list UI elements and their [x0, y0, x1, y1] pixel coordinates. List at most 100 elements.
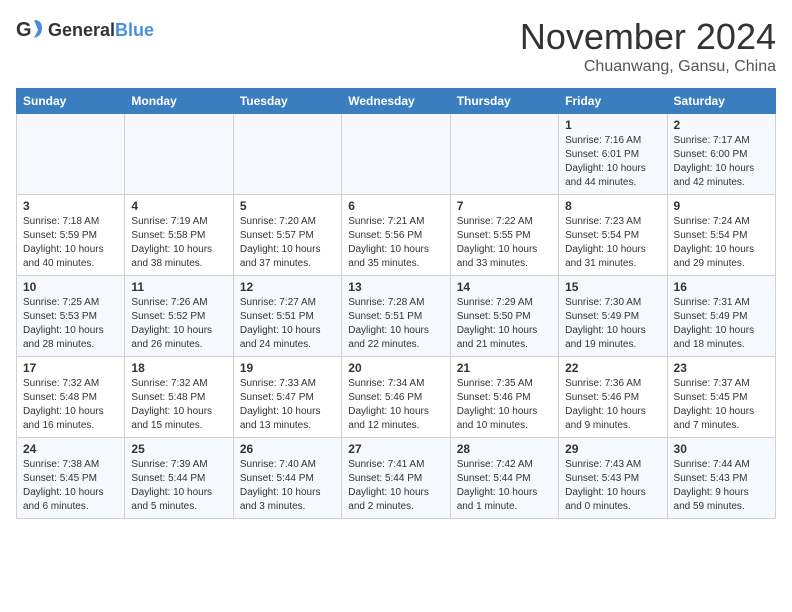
- day-number: 12: [240, 280, 335, 294]
- day-detail: Sunrise: 7:42 AM Sunset: 5:44 PM Dayligh…: [457, 458, 552, 514]
- day-number: 27: [348, 442, 443, 456]
- day-cell: 3Sunrise: 7:18 AM Sunset: 5:59 PM Daylig…: [17, 195, 125, 276]
- day-detail: Sunrise: 7:25 AM Sunset: 5:53 PM Dayligh…: [23, 296, 118, 352]
- day-detail: Sunrise: 7:33 AM Sunset: 5:47 PM Dayligh…: [240, 377, 335, 433]
- logo: G GeneralBlue: [16, 16, 154, 44]
- week-row-3: 17 Sunrise: 7:32 AM Sunset: 5:48 PM Dayli…: [17, 357, 776, 438]
- day-cell: 23Sunrise: 7:37 AM Sunset: 5:45 PM Dayli…: [667, 357, 775, 438]
- day-number: 7: [457, 199, 552, 213]
- day-detail: Sunrise: 7:31 AM Sunset: 5:49 PM Dayligh…: [674, 296, 769, 352]
- day-cell: 30Sunrise: 7:44 AM Sunset: 5:43 PM Dayli…: [667, 438, 775, 519]
- day-cell: [233, 114, 341, 195]
- day-number: 14: [457, 280, 552, 294]
- day-detail: Sunrise: 7:39 AM Sunset: 5:44 PM Dayligh…: [131, 458, 226, 514]
- svg-text:G: G: [16, 19, 32, 41]
- day-cell: 15 Sunrise: 7:30 AM Sunset: 5:49 PM Dayli…: [559, 276, 667, 357]
- day-number: 29: [565, 442, 660, 456]
- day-number: 2: [674, 118, 769, 132]
- day-cell: 16Sunrise: 7:31 AM Sunset: 5:49 PM Dayli…: [667, 276, 775, 357]
- day-number: 22: [565, 361, 660, 375]
- day-number: 24: [23, 442, 118, 456]
- day-cell: 17 Sunrise: 7:32 AM Sunset: 5:48 PM Dayli…: [17, 357, 125, 438]
- day-detail: Sunrise: 7:44 AM Sunset: 5:43 PM Dayligh…: [674, 458, 769, 514]
- weekday-header-row: SundayMondayTuesdayWednesdayThursdayFrid…: [17, 89, 776, 114]
- day-detail: Sunrise: 7:36 AM Sunset: 5:46 PM Dayligh…: [565, 377, 660, 433]
- day-number: 26: [240, 442, 335, 456]
- day-detail: Sunrise: 7:20 AM Sunset: 5:57 PM Dayligh…: [240, 215, 335, 271]
- weekday-header-thursday: Thursday: [450, 89, 558, 114]
- day-cell: 24Sunrise: 7:38 AM Sunset: 5:45 PM Dayli…: [17, 438, 125, 519]
- day-detail: Sunrise: 7:27 AM Sunset: 5:51 PM Dayligh…: [240, 296, 335, 352]
- weekday-header-sunday: Sunday: [17, 89, 125, 114]
- day-cell: 26 Sunrise: 7:40 AM Sunset: 5:44 PM Dayli…: [233, 438, 341, 519]
- location-title: Chuanwang, Gansu, China: [520, 58, 776, 76]
- day-cell: 8 Sunrise: 7:23 AM Sunset: 5:54 PM Daylig…: [559, 195, 667, 276]
- day-detail: Sunrise: 7:43 AM Sunset: 5:43 PM Dayligh…: [565, 458, 660, 514]
- day-number: 4: [131, 199, 226, 213]
- day-number: 18: [131, 361, 226, 375]
- day-detail: Sunrise: 7:32 AM Sunset: 5:48 PM Dayligh…: [23, 377, 118, 433]
- day-number: 13: [348, 280, 443, 294]
- weekday-header-monday: Monday: [125, 89, 233, 114]
- day-number: 5: [240, 199, 335, 213]
- day-number: 21: [457, 361, 552, 375]
- day-detail: Sunrise: 7:37 AM Sunset: 5:45 PM Dayligh…: [674, 377, 769, 433]
- day-cell: [342, 114, 450, 195]
- weekday-header-tuesday: Tuesday: [233, 89, 341, 114]
- day-detail: Sunrise: 7:28 AM Sunset: 5:51 PM Dayligh…: [348, 296, 443, 352]
- day-detail: Sunrise: 7:41 AM Sunset: 5:44 PM Dayligh…: [348, 458, 443, 514]
- week-row-0: 1Sunrise: 7:16 AM Sunset: 6:01 PM Daylig…: [17, 114, 776, 195]
- logo-general: General: [48, 20, 115, 40]
- day-number: 11: [131, 280, 226, 294]
- month-title: November 2024: [520, 16, 776, 58]
- day-detail: Sunrise: 7:40 AM Sunset: 5:44 PM Dayligh…: [240, 458, 335, 514]
- day-number: 10: [23, 280, 118, 294]
- day-cell: 13 Sunrise: 7:28 AM Sunset: 5:51 PM Dayli…: [342, 276, 450, 357]
- day-cell: 2 Sunrise: 7:17 AM Sunset: 6:00 PM Daylig…: [667, 114, 775, 195]
- day-cell: 6 Sunrise: 7:21 AM Sunset: 5:56 PM Daylig…: [342, 195, 450, 276]
- day-cell: 5 Sunrise: 7:20 AM Sunset: 5:57 PM Daylig…: [233, 195, 341, 276]
- day-number: 15: [565, 280, 660, 294]
- day-cell: 25Sunrise: 7:39 AM Sunset: 5:44 PM Dayli…: [125, 438, 233, 519]
- day-detail: Sunrise: 7:29 AM Sunset: 5:50 PM Dayligh…: [457, 296, 552, 352]
- day-cell: 1Sunrise: 7:16 AM Sunset: 6:01 PM Daylig…: [559, 114, 667, 195]
- day-detail: Sunrise: 7:34 AM Sunset: 5:46 PM Dayligh…: [348, 377, 443, 433]
- day-cell: 22 Sunrise: 7:36 AM Sunset: 5:46 PM Dayli…: [559, 357, 667, 438]
- day-cell: 27 Sunrise: 7:41 AM Sunset: 5:44 PM Dayli…: [342, 438, 450, 519]
- day-detail: Sunrise: 7:21 AM Sunset: 5:56 PM Dayligh…: [348, 215, 443, 271]
- day-cell: 19Sunrise: 7:33 AM Sunset: 5:47 PM Dayli…: [233, 357, 341, 438]
- day-cell: 4 Sunrise: 7:19 AM Sunset: 5:58 PM Daylig…: [125, 195, 233, 276]
- day-detail: Sunrise: 7:23 AM Sunset: 5:54 PM Dayligh…: [565, 215, 660, 271]
- day-number: 8: [565, 199, 660, 213]
- weekday-header-wednesday: Wednesday: [342, 89, 450, 114]
- day-cell: 29 Sunrise: 7:43 AM Sunset: 5:43 PM Dayli…: [559, 438, 667, 519]
- day-detail: Sunrise: 7:24 AM Sunset: 5:54 PM Dayligh…: [674, 215, 769, 271]
- day-cell: 18 Sunrise: 7:32 AM Sunset: 5:48 PM Dayli…: [125, 357, 233, 438]
- day-cell: [125, 114, 233, 195]
- day-number: 6: [348, 199, 443, 213]
- logo-icon: G: [16, 16, 44, 44]
- day-detail: Sunrise: 7:17 AM Sunset: 6:00 PM Dayligh…: [674, 134, 769, 190]
- calendar-table: SundayMondayTuesdayWednesdayThursdayFrid…: [16, 88, 776, 519]
- day-cell: [450, 114, 558, 195]
- day-detail: Sunrise: 7:30 AM Sunset: 5:49 PM Dayligh…: [565, 296, 660, 352]
- week-row-4: 24Sunrise: 7:38 AM Sunset: 5:45 PM Dayli…: [17, 438, 776, 519]
- day-number: 20: [348, 361, 443, 375]
- day-cell: 14 Sunrise: 7:29 AM Sunset: 5:50 PM Dayli…: [450, 276, 558, 357]
- day-cell: 12 Sunrise: 7:27 AM Sunset: 5:51 PM Dayli…: [233, 276, 341, 357]
- day-cell: 9Sunrise: 7:24 AM Sunset: 5:54 PM Daylig…: [667, 195, 775, 276]
- week-row-1: 3Sunrise: 7:18 AM Sunset: 5:59 PM Daylig…: [17, 195, 776, 276]
- day-cell: 20 Sunrise: 7:34 AM Sunset: 5:46 PM Dayli…: [342, 357, 450, 438]
- day-number: 3: [23, 199, 118, 213]
- logo-blue: Blue: [115, 20, 154, 40]
- day-cell: 28Sunrise: 7:42 AM Sunset: 5:44 PM Dayli…: [450, 438, 558, 519]
- day-detail: Sunrise: 7:16 AM Sunset: 6:01 PM Dayligh…: [565, 134, 660, 190]
- day-detail: Sunrise: 7:22 AM Sunset: 5:55 PM Dayligh…: [457, 215, 552, 271]
- day-detail: Sunrise: 7:19 AM Sunset: 5:58 PM Dayligh…: [131, 215, 226, 271]
- day-number: 17: [23, 361, 118, 375]
- day-cell: 10 Sunrise: 7:25 AM Sunset: 5:53 PM Dayli…: [17, 276, 125, 357]
- weekday-header-friday: Friday: [559, 89, 667, 114]
- day-cell: 11Sunrise: 7:26 AM Sunset: 5:52 PM Dayli…: [125, 276, 233, 357]
- day-detail: Sunrise: 7:32 AM Sunset: 5:48 PM Dayligh…: [131, 377, 226, 433]
- day-detail: Sunrise: 7:35 AM Sunset: 5:46 PM Dayligh…: [457, 377, 552, 433]
